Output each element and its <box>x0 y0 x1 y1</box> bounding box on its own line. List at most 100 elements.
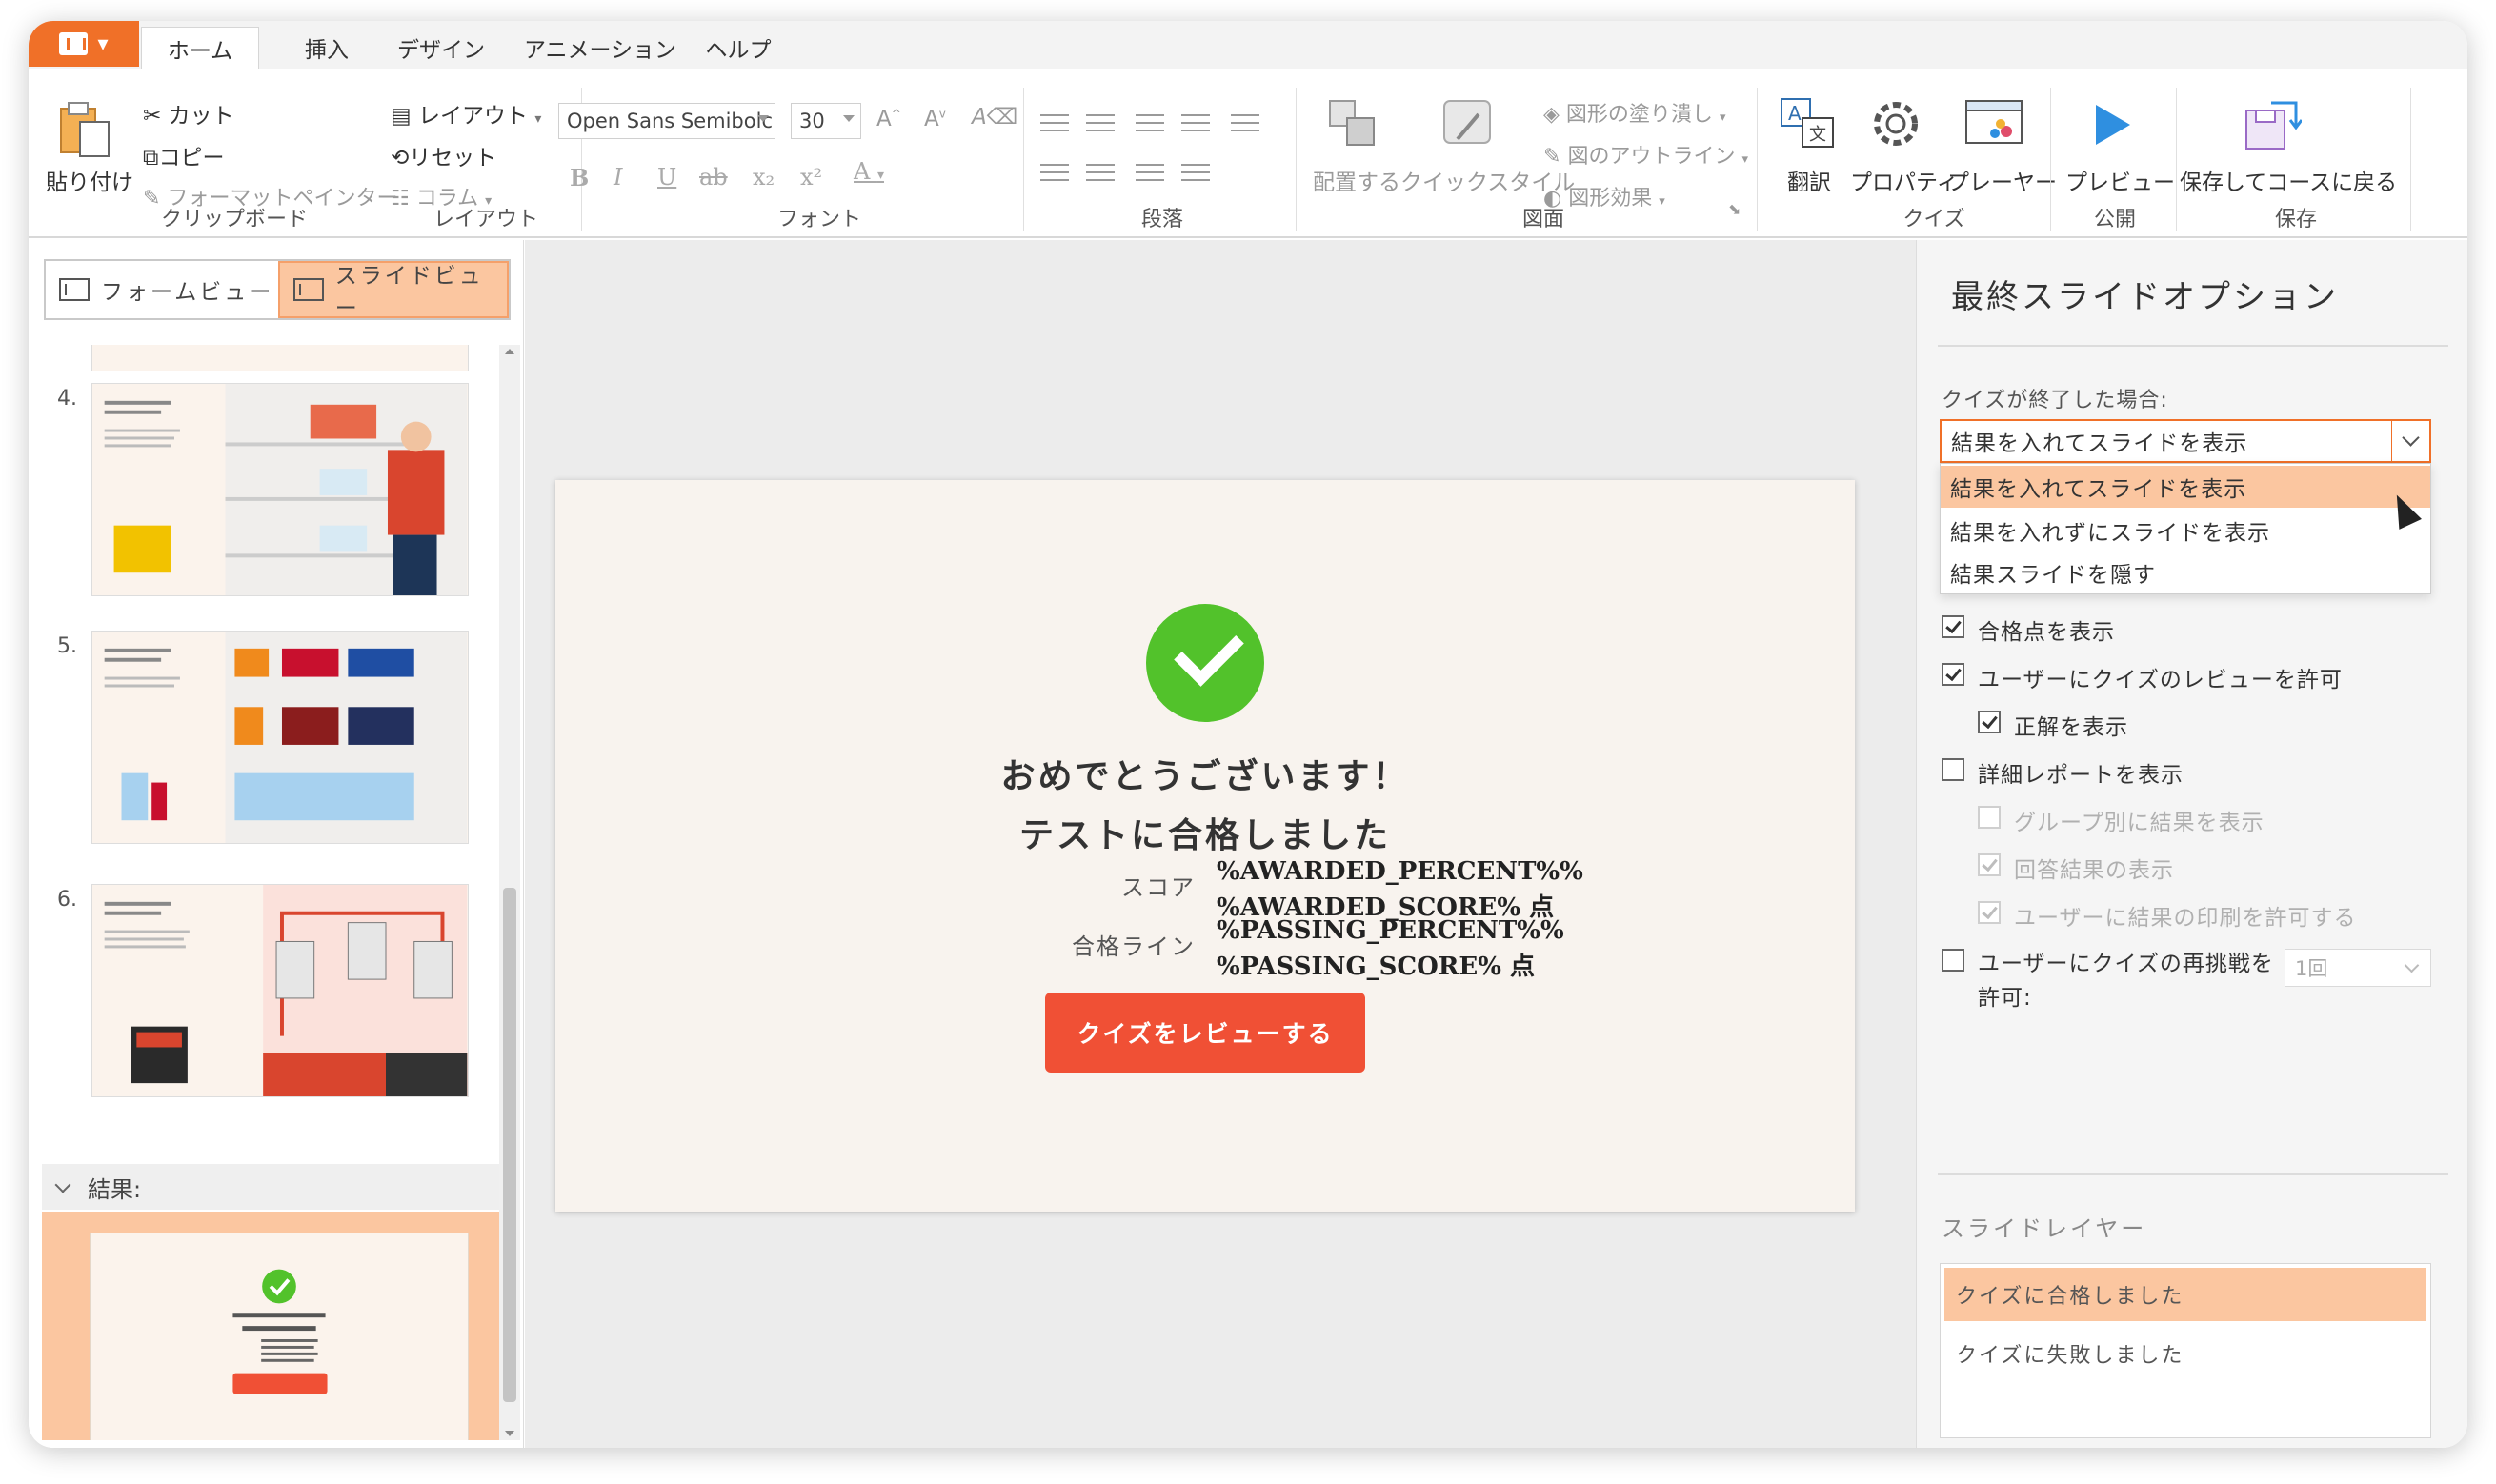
shape-fill-button[interactable]: ◈ 図形の塗り潰し ▾ <box>1543 97 1725 128</box>
app-menu-button[interactable]: ▾ <box>29 21 139 67</box>
tab-animation[interactable]: アニメーション <box>505 27 695 69</box>
tab-design[interactable]: デザイン <box>381 27 501 69</box>
strikethrough-icon[interactable]: ab <box>699 164 728 191</box>
align-center-icon[interactable] <box>1086 164 1115 189</box>
layout-button[interactable]: ▤ レイアウト ▾ <box>391 97 541 130</box>
dialog-launcher-icon[interactable]: ⬊ <box>1728 200 1741 218</box>
preview-button[interactable]: プレビュー <box>2065 164 2175 196</box>
passing-percent-value[interactable]: %PASSING_PERCENT%% <box>1217 916 1564 945</box>
cut-button[interactable]: ✂ カット <box>143 97 234 130</box>
tab-insert[interactable]: 挿入 <box>274 27 379 69</box>
dropdown-option[interactable]: 結果を入れてスライドを表示 <box>1941 466 2430 508</box>
checkbox-unchecked-icon[interactable] <box>1942 949 1964 972</box>
align-right-icon[interactable] <box>1136 164 1164 189</box>
chevron-down-icon[interactable] <box>2391 421 2429 461</box>
properties-button[interactable]: プロパティ <box>1850 164 1959 196</box>
save-return-button[interactable]: 保存してコースに戻る <box>2180 164 2397 196</box>
layer-item[interactable]: クイズに失敗しました <box>1944 1327 2426 1380</box>
slide-view-button[interactable]: スライドビュー <box>278 261 509 321</box>
checkbox-label: 詳細レポートを表示 <box>1978 763 2184 788</box>
scroll-down-icon[interactable] <box>505 1431 514 1436</box>
bold-icon[interactable]: B <box>570 164 589 191</box>
checkbox-unchecked-icon[interactable] <box>1978 806 2001 829</box>
results-section-header[interactable]: 結果: <box>42 1164 518 1210</box>
clear-format-icon[interactable]: A⌫ <box>972 105 1017 130</box>
arrange-icon[interactable] <box>1326 97 1379 150</box>
shrink-font-icon[interactable]: Av <box>924 107 946 131</box>
results-slide-item[interactable] <box>42 1212 518 1440</box>
numbering-icon[interactable] <box>1086 114 1115 139</box>
allow-retry-checkbox[interactable]: ユーザーにクイズの再挑戦を許可: <box>1942 947 2281 1015</box>
layer-item[interactable]: クイズに合格しました <box>1944 1268 2426 1321</box>
tab-help[interactable]: ヘルプ <box>695 27 781 69</box>
play-icon[interactable] <box>2090 101 2134 149</box>
player-icon[interactable] <box>1964 97 2027 150</box>
player-button[interactable]: プレーヤー <box>1947 164 2057 196</box>
congrats-line1[interactable]: おめでとうございます！ <box>555 749 1855 798</box>
translate-icon[interactable]: A 文 <box>1780 97 1837 150</box>
superscript-icon[interactable]: x² <box>800 164 822 191</box>
font-family-value: Open Sans Semibolc <box>567 110 773 132</box>
score-percent-value[interactable]: %AWARDED_PERCENT%% <box>1217 857 1583 886</box>
show-answers-checkbox[interactable]: 回答結果の表示 <box>1978 852 2174 884</box>
checkbox-unchecked-icon[interactable] <box>1942 758 1964 781</box>
dropdown-option[interactable]: 結果スライドを隠す <box>1941 551 2430 593</box>
align-left-icon[interactable] <box>1040 164 1069 189</box>
quiz-finished-select[interactable]: 結果を入れてスライドを表示 <box>1940 419 2431 463</box>
score-label[interactable]: スコア <box>1062 869 1196 902</box>
decrease-indent-icon[interactable] <box>1136 114 1164 139</box>
slide-thumbnail[interactable] <box>91 345 469 371</box>
underline-icon[interactable]: U <box>657 164 676 191</box>
shape-outline-button[interactable]: ✎ 図のアウトライン ▾ <box>1543 139 1748 170</box>
slide-layers-list: クイズに合格しました クイズに失敗しました <box>1940 1263 2431 1438</box>
review-quiz-button[interactable]: クイズをレビューする <box>1045 993 1365 1073</box>
results-slide[interactable]: おめでとうございます！ テストに合格しました スコア %AWARDED_PERC… <box>555 480 1855 1212</box>
arrange-button[interactable]: 配置する <box>1313 164 1400 196</box>
paste-icon[interactable] <box>57 99 114 158</box>
allow-review-checkbox[interactable]: ユーザーにクイズのレビューを許可 <box>1942 661 2343 693</box>
checkbox-label: 合格点を表示 <box>1978 620 2115 645</box>
grow-font-icon[interactable]: A^ <box>876 107 901 131</box>
checkbox-checked-icon[interactable] <box>1978 853 2001 876</box>
passing-label[interactable]: 合格ライン <box>1062 928 1196 961</box>
translate-button[interactable]: 翻訳 <box>1787 164 1831 196</box>
gear-icon[interactable] <box>1867 95 1924 152</box>
justify-icon[interactable] <box>1181 164 1210 189</box>
form-view-button[interactable]: フォームビュー <box>46 261 278 318</box>
subscript-icon[interactable]: x₂ <box>753 164 775 191</box>
slide-thumbnail <box>91 383 469 596</box>
show-correct-answers-checkbox[interactable]: 正解を表示 <box>1978 709 2128 741</box>
save-return-icon[interactable] <box>2243 97 2302 152</box>
allow-print-checkbox[interactable]: ユーザーに結果の印刷を許可する <box>1978 899 2357 932</box>
line-spacing-icon[interactable] <box>1231 114 1259 139</box>
scroll-thumb[interactable] <box>503 888 516 1402</box>
quick-style-icon[interactable] <box>1440 97 1494 150</box>
checkbox-checked-icon[interactable] <box>1942 615 1964 638</box>
font-size-select[interactable]: 30 <box>791 103 861 139</box>
reset-button[interactable]: ⟲リセット <box>391 139 496 171</box>
copy-button[interactable]: ⧉コピー <box>143 139 224 171</box>
bullets-icon[interactable] <box>1040 114 1069 139</box>
show-passing-score-checkbox[interactable]: 合格点を表示 <box>1942 613 2115 646</box>
detailed-report-checkbox[interactable]: 詳細レポートを表示 <box>1942 756 2184 789</box>
font-color-icon[interactable]: A ▾ <box>854 158 884 185</box>
tab-home[interactable]: ホーム <box>141 27 259 69</box>
checkbox-label: 回答結果の表示 <box>2014 858 2174 883</box>
svg-text:A: A <box>1788 102 1802 125</box>
checkbox-checked-icon[interactable] <box>1978 901 2001 924</box>
font-family-select[interactable]: Open Sans Semibolc <box>558 103 775 139</box>
layout-label: レイアウト <box>418 104 529 129</box>
group-results-checkbox[interactable]: グループ別に結果を表示 <box>1978 804 2265 836</box>
scroll-up-icon[interactable] <box>505 349 514 354</box>
increase-indent-icon[interactable] <box>1181 114 1210 139</box>
slide-list-scrollbar[interactable] <box>499 345 520 1440</box>
retry-count-select[interactable]: 1回 <box>2285 949 2431 987</box>
checkbox-checked-icon[interactable] <box>1942 663 1964 686</box>
italic-icon[interactable]: I <box>614 164 622 191</box>
congrats-line2[interactable]: テストに合格しました <box>555 808 1855 857</box>
checkbox-checked-icon[interactable] <box>1978 711 2001 733</box>
dropdown-option[interactable]: 結果を入れずにスライドを表示 <box>1941 510 2430 551</box>
paste-button[interactable]: 貼り付け <box>46 164 133 196</box>
group-label-publish: 公開 <box>2093 208 2136 231</box>
passing-points-value[interactable]: %PASSING_SCORE% 点 <box>1217 947 1535 982</box>
